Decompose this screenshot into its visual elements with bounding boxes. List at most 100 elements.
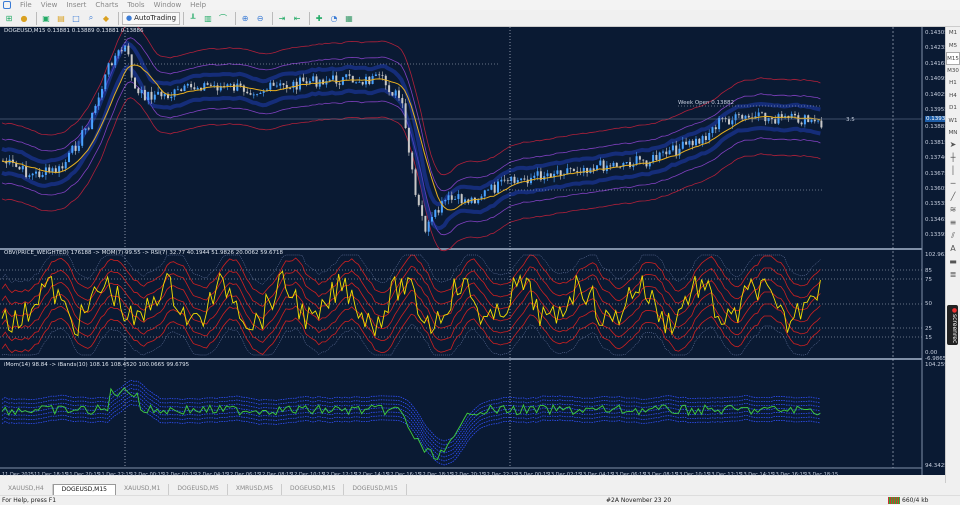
- periods-icon[interactable]: ◔: [328, 12, 340, 24]
- menu-file[interactable]: File: [20, 1, 32, 9]
- chart-shift-icon[interactable]: ⇤: [291, 12, 303, 24]
- chart-tabs: XAUUSD,H4 DOGEUSD,M15 XAUUSD,M1 DOGEUSD,M5 X…: [0, 483, 945, 495]
- chart-tab[interactable]: DOGEUSD,M15: [282, 484, 345, 495]
- candle: [586, 168, 589, 173]
- candle: [87, 128, 90, 130]
- week-open-label: Week Open 0.13882: [678, 100, 734, 106]
- bar-chart-icon[interactable]: ╨: [187, 12, 199, 24]
- vertical-line-icon[interactable]: │: [946, 166, 960, 179]
- candle: [513, 176, 516, 183]
- candle: [68, 152, 70, 163]
- profiles-icon[interactable]: ●: [18, 12, 30, 24]
- line-chart-icon[interactable]: ⌒: [217, 12, 229, 24]
- chart-tab[interactable]: XAUUSD,H4: [0, 484, 53, 495]
- candle: [203, 83, 206, 91]
- menu-window[interactable]: Window: [154, 1, 182, 9]
- zoom-out-icon[interactable]: ⊖: [254, 12, 266, 24]
- candle: [374, 74, 377, 77]
- timeframe-m1[interactable]: M1: [946, 27, 960, 40]
- candle: [134, 77, 136, 89]
- data-window-icon[interactable]: ▤: [55, 12, 67, 24]
- crosshair-icon[interactable]: ┼: [946, 153, 960, 166]
- chart-tab[interactable]: XMRUSD,M5: [228, 484, 283, 495]
- candle: [64, 162, 67, 169]
- timeframe-d1[interactable]: D1: [946, 102, 960, 115]
- candle: [734, 114, 737, 121]
- candle: [820, 120, 823, 128]
- candle: [625, 162, 628, 164]
- candle: [94, 105, 97, 113]
- screenrec-button[interactable]: ●screenrec: [947, 305, 958, 345]
- candle: [774, 119, 777, 124]
- menu-insert[interactable]: Insert: [66, 1, 86, 9]
- timeframe-m15[interactable]: M15: [946, 52, 960, 65]
- candle: [51, 168, 54, 172]
- candle: [163, 93, 166, 97]
- timeframe-w1[interactable]: W1: [946, 115, 960, 128]
- candle: [685, 141, 688, 145]
- timeframe-m30[interactable]: M30: [946, 65, 960, 78]
- chart-tab[interactable]: DOGEUSD,M15: [52, 484, 116, 495]
- timeframe-mn[interactable]: MN: [946, 127, 960, 140]
- chart-window[interactable]: DOGEUSD,M15 0.13881 0.13889 0.13881 0.13…: [0, 27, 951, 478]
- horizontal-line-icon[interactable]: ─: [946, 179, 960, 192]
- candle: [312, 76, 315, 82]
- candle: [817, 120, 820, 122]
- candle: [483, 190, 486, 197]
- time-axis-label: 12 Dec 04:15: [194, 472, 229, 478]
- channel-icon[interactable]: ≡: [946, 218, 960, 231]
- timeframe-h1[interactable]: H1: [946, 77, 960, 90]
- time-axis-label: 13 Dec 12:15: [708, 472, 742, 478]
- menu-tools[interactable]: Tools: [127, 1, 144, 9]
- candle: [226, 84, 229, 87]
- new-chart-icon[interactable]: ⊞: [3, 12, 15, 24]
- text-tool-icon[interactable]: A: [946, 244, 960, 257]
- navigator-icon[interactable]: □: [70, 12, 82, 24]
- candle: [407, 128, 410, 153]
- candle: [546, 173, 549, 177]
- candle: [239, 83, 242, 86]
- price-axis-label: 15: [925, 335, 932, 341]
- candle: [757, 112, 760, 117]
- zoom-in-icon[interactable]: ⊕: [239, 12, 251, 24]
- chart-tab[interactable]: XAUUSD,M1: [116, 484, 170, 495]
- candle: [450, 195, 453, 200]
- candle: [803, 115, 806, 125]
- cursor-icon[interactable]: ➤: [946, 140, 960, 153]
- time-axis-label: 13 Dec 02:15: [547, 472, 582, 478]
- candle: [487, 189, 490, 191]
- candlestick-icon[interactable]: ▥: [202, 12, 214, 24]
- time-axis-label: 12 Dec 06:15: [226, 472, 261, 478]
- candle: [153, 94, 156, 100]
- candle: [140, 89, 143, 94]
- candle: [77, 145, 80, 151]
- candle: [338, 83, 341, 85]
- auto-scroll-icon[interactable]: ⇥: [276, 12, 288, 24]
- timeframe-m5[interactable]: M5: [946, 40, 960, 53]
- trendline-icon[interactable]: ╱: [946, 192, 960, 205]
- strategy-tester-icon[interactable]: ◆: [100, 12, 112, 24]
- menu-charts[interactable]: Charts: [95, 1, 118, 9]
- chart-tab[interactable]: DOGEUSD,M15: [344, 484, 407, 495]
- autotrading-button[interactable]: ● AutoTrading: [122, 11, 181, 25]
- fibonacci-icon[interactable]: ≋: [946, 205, 960, 218]
- label-tool-icon[interactable]: ▬: [946, 257, 960, 270]
- candle: [61, 166, 64, 169]
- timeframe-h4[interactable]: H4: [946, 90, 960, 103]
- menu-help[interactable]: Help: [190, 1, 206, 9]
- terminal-icon[interactable]: ⌕: [85, 12, 97, 24]
- templates-icon[interactable]: ▦: [343, 12, 355, 24]
- status-traffic: 660/4 kb: [902, 497, 929, 504]
- candle: [437, 210, 440, 213]
- candle: [196, 87, 199, 90]
- candle: [592, 168, 595, 171]
- menu-view[interactable]: View: [41, 1, 58, 9]
- candle: [642, 159, 645, 161]
- chart-tab[interactable]: DOGEUSD,M5: [169, 484, 228, 495]
- mom-band: [1, 403, 821, 466]
- candle: [490, 184, 493, 190]
- indicators-icon[interactable]: ✚: [313, 12, 325, 24]
- shapes-icon[interactable]: ≣: [946, 270, 960, 283]
- gann-icon[interactable]: ⫽: [946, 231, 960, 244]
- market-watch-icon[interactable]: ▣: [40, 12, 52, 24]
